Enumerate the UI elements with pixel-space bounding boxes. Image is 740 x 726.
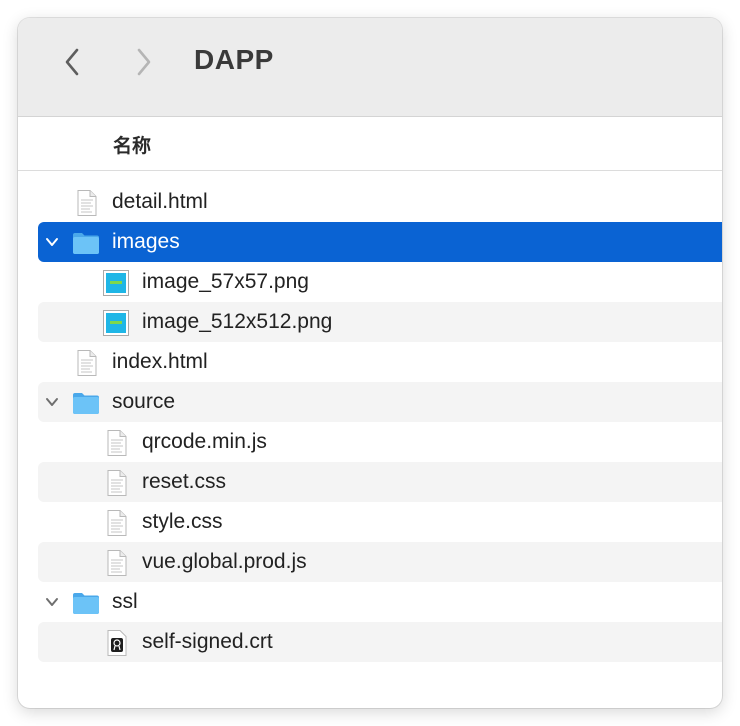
file-name-label: image_57x57.png	[142, 270, 309, 293]
document-icon	[102, 429, 130, 457]
file-row[interactable]: reset.css	[38, 462, 722, 502]
file-name-label: detail.html	[112, 190, 208, 213]
folder-icon	[72, 389, 100, 417]
file-name-label: qrcode.min.js	[142, 430, 267, 453]
file-name-label: ssl	[112, 590, 138, 613]
chevron-left-icon	[65, 48, 79, 76]
certificate-icon	[102, 629, 130, 657]
disclosure-chevron-icon[interactable]	[44, 234, 60, 250]
disclosure-chevron-icon[interactable]	[44, 594, 60, 610]
document-icon	[72, 349, 100, 377]
file-row[interactable]: image_57x57.png	[38, 262, 722, 302]
folder-row[interactable]: images	[38, 222, 722, 262]
toolbar: DAPP	[18, 18, 722, 117]
document-icon	[102, 549, 130, 577]
file-list: detail.html images image_57x57.png image_51…	[38, 182, 722, 662]
folder-row[interactable]: source	[38, 382, 722, 422]
file-name-label: style.css	[142, 510, 223, 533]
file-row[interactable]: image_512x512.png	[38, 302, 722, 342]
folder-row[interactable]: ssl	[38, 582, 722, 622]
forward-button[interactable]	[128, 46, 160, 78]
file-name-label: images	[112, 230, 180, 253]
file-name-label: reset.css	[142, 470, 227, 493]
image-file-icon	[102, 309, 130, 337]
window-title: DAPP	[194, 44, 274, 75]
file-name-label: source	[112, 390, 176, 413]
file-row[interactable]: self-signed.crt	[38, 622, 722, 662]
file-row[interactable]: vue.global.prod.js	[38, 542, 722, 582]
document-icon	[72, 189, 100, 217]
disclosure-chevron-icon[interactable]	[44, 394, 60, 410]
folder-icon	[72, 589, 100, 617]
file-name-label: index.html	[112, 350, 208, 373]
file-name-label: image_512x512.png	[142, 310, 333, 333]
folder-icon	[72, 229, 100, 257]
image-file-icon	[102, 269, 130, 297]
file-name-label: self-signed.crt	[142, 630, 273, 653]
column-header-row: 名称	[18, 117, 722, 171]
file-name-label: vue.global.prod.js	[142, 550, 307, 573]
document-icon	[102, 509, 130, 537]
file-row[interactable]: qrcode.min.js	[38, 422, 722, 462]
back-button[interactable]	[56, 46, 88, 78]
document-icon	[102, 469, 130, 497]
file-row[interactable]: style.css	[38, 502, 722, 542]
chevron-right-icon	[137, 48, 151, 76]
column-header-name[interactable]: 名称	[113, 131, 151, 158]
file-row[interactable]: detail.html	[38, 182, 722, 222]
finder-window: DAPP 名称 detail.html images image_57x57.png…	[18, 18, 722, 708]
file-row[interactable]: index.html	[38, 342, 722, 382]
